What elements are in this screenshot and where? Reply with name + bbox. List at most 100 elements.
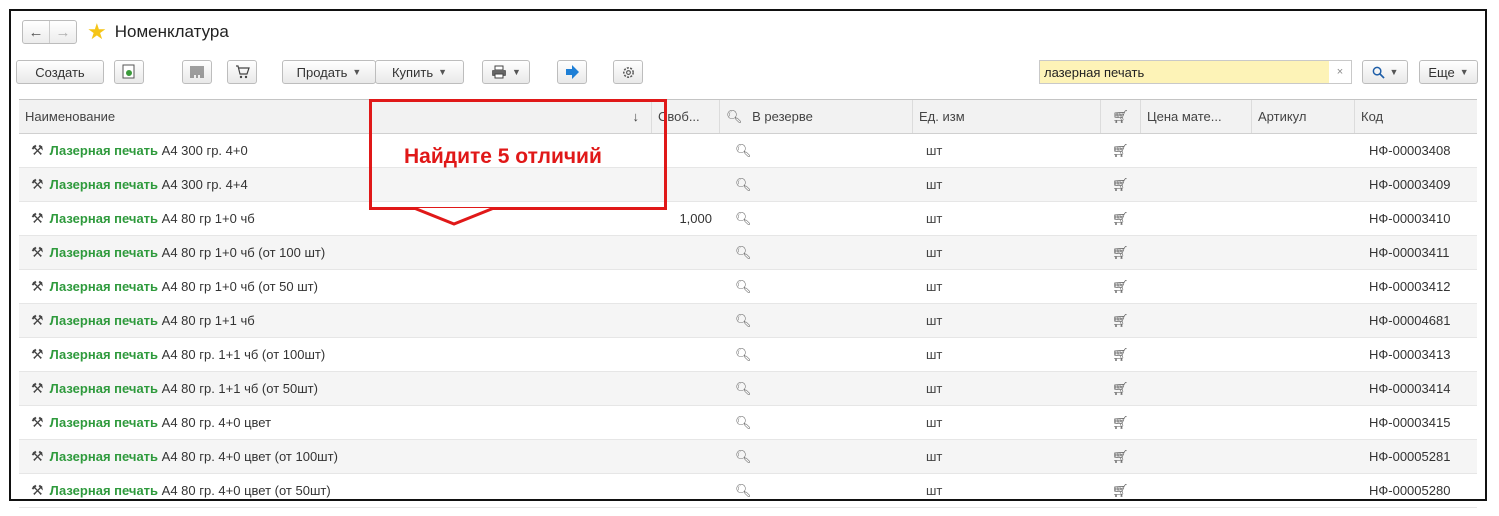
tools-icon: ⚒ <box>31 210 44 226</box>
cart-cell: 🛒︎ <box>1112 372 1142 405</box>
free-qty-cell <box>652 406 712 439</box>
search-icon[interactable]: 🔍︎ <box>735 483 752 498</box>
search-match-text: Лазерная печать <box>49 415 159 430</box>
cart-icon[interactable]: 🛒︎ <box>1112 415 1129 430</box>
table-row[interactable]: ⚒ Лазерная печать А4 300 гр. 4+4 🔍︎ шт 🛒︎ НФ-… <box>19 168 1477 202</box>
gear-icon <box>622 66 634 78</box>
clear-search-icon[interactable]: × <box>1329 61 1351 83</box>
callout-tail <box>414 207 495 226</box>
table-row[interactable]: ⚒ Лазерная печать А4 80 гр 1+0 чб (от 100… <box>19 236 1477 270</box>
items-table: Наименование ↓ Своб... 🔍︎ В резерве Ед. … <box>19 99 1477 508</box>
search-icon[interactable]: 🔍︎ <box>735 449 752 464</box>
item-name-cell: ⚒ Лазерная печать А4 80 гр 1+0 чб (от 50 … <box>31 270 646 303</box>
back-arrow-icon[interactable]: ← <box>23 21 49 43</box>
barcode-button[interactable] <box>182 60 212 84</box>
create-button[interactable]: Создать <box>16 60 104 84</box>
title-bar: ← → ★ Номенклатура <box>22 17 229 47</box>
cart-icon <box>235 65 250 79</box>
search-input[interactable] <box>1040 61 1330 83</box>
column-header-reserve[interactable]: 🔍︎ В резерве <box>720 100 913 133</box>
table-row[interactable]: ⚒ Лазерная печать А4 80 гр. 4+0 цвет (от … <box>19 440 1477 474</box>
reserve-cell: 🔍︎ <box>735 168 775 201</box>
table-row[interactable]: ⚒ Лазерная печать А4 80 гр. 4+0 цвет 🔍︎ шт 🛒… <box>19 406 1477 440</box>
tools-icon: ⚒ <box>31 142 44 158</box>
table-header: Наименование ↓ Своб... 🔍︎ В резерве Ед. … <box>19 100 1477 134</box>
unit-cell: шт <box>926 245 943 260</box>
reserve-cell: 🔍︎ <box>735 338 775 371</box>
more-button[interactable]: Еще ▼ <box>1419 60 1478 84</box>
search-icon[interactable]: 🔍︎ <box>735 143 752 158</box>
tools-icon: ⚒ <box>31 176 44 192</box>
search-icon[interactable]: 🔍︎ <box>735 245 752 260</box>
search-dropdown-button[interactable]: ▼ <box>1362 60 1408 84</box>
code-cell: НФ-00003408 <box>1369 143 1451 158</box>
unit-cell: шт <box>926 415 943 430</box>
printer-icon <box>492 65 507 79</box>
cart-icon[interactable]: 🛒︎ <box>1112 143 1129 158</box>
table-row[interactable]: ⚒ Лазерная печать А4 80 гр 1+0 чб (от 50 … <box>19 270 1477 304</box>
table-body: ⚒ Лазерная печать А4 300 гр. 4+0 🔍︎ шт 🛒︎ НФ-… <box>19 134 1477 508</box>
copy-button[interactable] <box>114 60 144 84</box>
free-qty-cell <box>652 440 712 473</box>
print-dropdown-button[interactable]: ▼ <box>482 60 530 84</box>
search-icon[interactable]: 🔍︎ <box>735 415 752 430</box>
column-header-cart[interactable]: 🛒︎ <box>1101 100 1141 133</box>
search-field: × <box>1039 60 1352 84</box>
search-icon[interactable]: 🔍︎ <box>735 279 752 294</box>
go-button[interactable] <box>557 60 587 84</box>
cart-cell: 🛒︎ <box>1112 474 1142 507</box>
reserve-cell: 🔍︎ <box>735 372 775 405</box>
item-name-rest: А4 80 гр. 4+0 цвет (от 50шт) <box>158 483 331 498</box>
table-row[interactable]: ⚒ Лазерная печать А4 80 гр. 4+0 цвет (от … <box>19 474 1477 508</box>
nav-buttons: ← → <box>22 20 77 44</box>
cart-icon[interactable]: 🛒︎ <box>1112 211 1129 226</box>
cart-icon[interactable]: 🛒︎ <box>1112 313 1129 328</box>
column-header-article[interactable]: Артикул <box>1252 100 1355 133</box>
code-cell: НФ-00005280 <box>1369 483 1451 498</box>
cart-icon[interactable]: 🛒︎ <box>1112 483 1129 498</box>
item-name-cell: ⚒ Лазерная печать А4 80 гр. 4+0 цвет (от … <box>31 474 646 507</box>
item-name-rest: А4 80 гр. 4+0 цвет (от 100шт) <box>158 449 338 464</box>
cart-cell: 🛒︎ <box>1112 338 1142 371</box>
column-reserve-label: В резерве <box>752 109 813 124</box>
table-row[interactable]: ⚒ Лазерная печать А4 80 гр. 1+1 чб (от 50… <box>19 372 1477 406</box>
cart-cell: 🛒︎ <box>1112 440 1142 473</box>
item-name-rest: А4 300 гр. 4+0 <box>158 143 248 158</box>
favorite-star-icon[interactable]: ★ <box>87 21 107 43</box>
buy-dropdown-button[interactable]: Купить ▼ <box>375 60 464 84</box>
table-row[interactable]: ⚒ Лазерная печать А4 80 гр. 1+1 чб (от 10… <box>19 338 1477 372</box>
forward-arrow-icon[interactable]: → <box>49 21 76 43</box>
search-icon[interactable]: 🔍︎ <box>735 211 752 226</box>
reserve-cell: 🔍︎ <box>735 304 775 337</box>
code-cell: НФ-00003413 <box>1369 347 1451 362</box>
search-icon[interactable]: 🔍︎ <box>735 381 752 396</box>
search-icon[interactable]: 🔍︎ <box>735 177 752 192</box>
column-header-unit[interactable]: Ед. изм <box>913 100 1101 133</box>
search-match-text: Лазерная печать <box>49 279 159 294</box>
item-name-rest: А4 80 гр 1+0 чб (от 100 шт) <box>158 245 326 260</box>
cart-icon[interactable]: 🛒︎ <box>1112 381 1129 396</box>
free-qty-cell <box>652 338 712 371</box>
table-row[interactable]: ⚒ Лазерная печать А4 80 гр 1+0 чб 1,000 🔍︎ ш… <box>19 202 1477 236</box>
table-row[interactable]: ⚒ Лазерная печать А4 300 гр. 4+0 🔍︎ шт 🛒︎ НФ-… <box>19 134 1477 168</box>
chevron-down-icon: ▼ <box>1389 67 1399 77</box>
cart-icon: 🛒︎ <box>1112 109 1129 124</box>
search-icon[interactable]: 🔍︎ <box>735 347 752 362</box>
cart-button[interactable] <box>227 60 257 84</box>
sell-dropdown-button[interactable]: Продать ▼ <box>282 60 376 84</box>
item-name-cell: ⚒ Лазерная печать А4 80 гр. 1+1 чб (от 10… <box>31 338 646 371</box>
settings-button[interactable] <box>613 60 643 84</box>
search-icon[interactable]: 🔍︎ <box>735 313 752 328</box>
column-header-price[interactable]: Цена мате... <box>1141 100 1252 133</box>
item-name-cell: ⚒ Лазерная печать А4 80 гр 1+0 чб (от 100… <box>31 236 646 269</box>
cart-icon[interactable]: 🛒︎ <box>1112 177 1129 192</box>
cart-icon[interactable]: 🛒︎ <box>1112 245 1129 260</box>
cart-icon[interactable]: 🛒︎ <box>1112 279 1129 294</box>
column-header-code[interactable]: Код <box>1355 100 1477 133</box>
table-row[interactable]: ⚒ Лазерная печать А4 80 гр 1+1 чб 🔍︎ шт 🛒︎ НФ… <box>19 304 1477 338</box>
cart-icon[interactable]: 🛒︎ <box>1112 347 1129 362</box>
item-name-rest: А4 80 гр 1+0 чб <box>158 211 255 226</box>
cart-cell: 🛒︎ <box>1112 406 1142 439</box>
item-name-rest: А4 80 гр 1+1 чб <box>158 313 255 328</box>
cart-icon[interactable]: 🛒︎ <box>1112 449 1129 464</box>
